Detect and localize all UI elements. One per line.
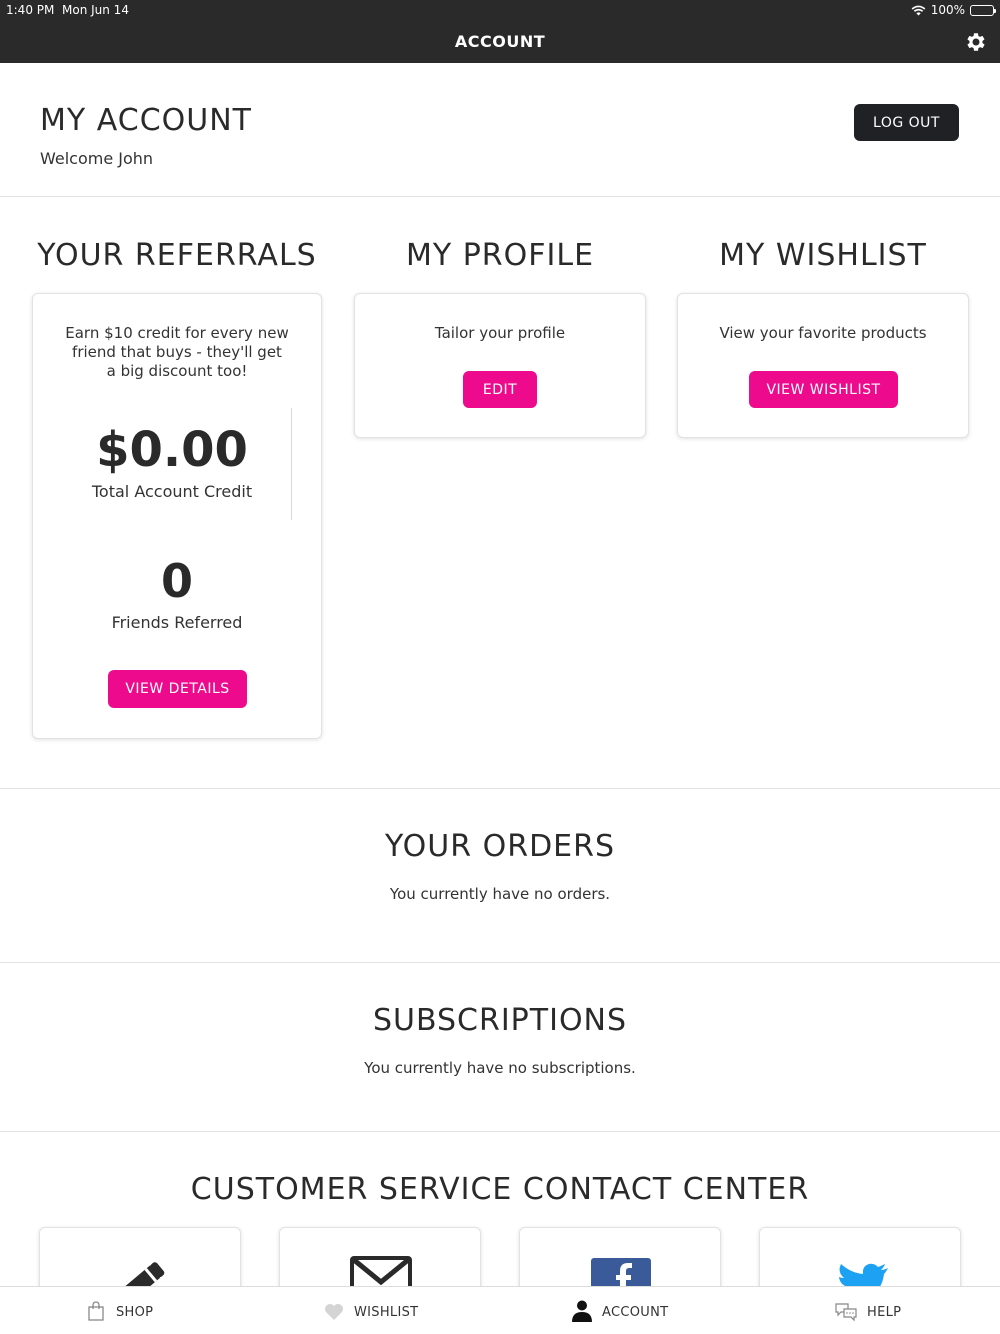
- person-icon: [572, 1300, 592, 1322]
- subscriptions-section: SUBSCRIPTIONS You currently have no subs…: [0, 962, 1000, 1131]
- battery-percent: 100%: [930, 3, 965, 17]
- referrals-card: Earn $10 credit for every new friend tha…: [32, 293, 322, 739]
- nav-bar: ACCOUNT: [0, 20, 1000, 63]
- tab-shop[interactable]: SHOP: [0, 1287, 250, 1334]
- friends-referred-value: 0: [160, 554, 193, 608]
- wishlist-card: View your favorite products VIEW WISHLIS…: [677, 293, 969, 438]
- status-date: Mon Jun 14: [62, 3, 129, 17]
- logout-button[interactable]: LOG OUT: [854, 104, 959, 141]
- referrals-text-line: a big discount too!: [106, 362, 248, 380]
- referrals-text-line: friend that buys - they'll get: [72, 343, 282, 361]
- tab-help-label: HELP: [867, 1305, 902, 1320]
- welcome-text: Welcome John: [40, 149, 154, 168]
- referrals-title: YOUR REFERRALS: [37, 238, 317, 273]
- wishlist-title: MY WISHLIST: [719, 238, 927, 273]
- heart-icon: [325, 1304, 343, 1320]
- referrals-text-line: Earn $10 credit for every new: [65, 324, 289, 342]
- credit-label: Total Account Credit: [91, 482, 253, 501]
- wifi-icon: [911, 5, 926, 15]
- tab-bar: SHOP WISHLIST ACCOUNT HELP: [0, 1286, 1000, 1334]
- status-bar: 1:40 PM Mon Jun 14 100%: [0, 0, 1000, 20]
- tab-help[interactable]: HELP: [750, 1287, 1000, 1334]
- orders-empty-text: You currently have no orders.: [389, 885, 611, 903]
- profile-description: Tailor your profile: [434, 324, 566, 342]
- subscriptions-title: SUBSCRIPTIONS: [372, 1003, 628, 1038]
- subscriptions-empty-text: You currently have no subscriptions.: [364, 1059, 636, 1077]
- nav-title: ACCOUNT: [454, 32, 546, 51]
- tab-account[interactable]: ACCOUNT: [500, 1287, 750, 1334]
- friends-referred-label: Friends Referred: [111, 613, 243, 632]
- chat-bubbles-icon: [835, 1303, 857, 1322]
- profile-title: MY PROFILE: [405, 238, 595, 273]
- orders-title: YOUR ORDERS: [384, 829, 616, 864]
- tab-wishlist[interactable]: WISHLIST: [250, 1287, 500, 1334]
- status-right: 100%: [911, 3, 996, 17]
- view-details-button[interactable]: VIEW DETAILS: [108, 670, 247, 708]
- gear-icon[interactable]: [964, 30, 988, 54]
- profile-card: Tailor your profile EDIT: [354, 293, 646, 438]
- status-time: 1:40 PM: [6, 3, 55, 17]
- view-wishlist-button[interactable]: VIEW WISHLIST: [749, 371, 898, 408]
- wishlist-description: View your favorite products: [719, 324, 927, 342]
- orders-section: YOUR ORDERS You currently have no orders…: [0, 788, 1000, 962]
- tab-wishlist-label: WISHLIST: [354, 1305, 419, 1320]
- customer-service-title: CUSTOMER SERVICE CONTACT CENTER: [190, 1172, 810, 1207]
- tab-account-label: ACCOUNT: [602, 1305, 669, 1320]
- tab-shop-label: SHOP: [116, 1305, 154, 1320]
- battery-icon: [970, 4, 996, 16]
- shopping-bag-icon: [88, 1301, 104, 1321]
- credit-value: $0.00: [96, 422, 248, 478]
- page-title: MY ACCOUNT: [40, 103, 252, 138]
- edit-profile-button[interactable]: EDIT: [463, 371, 537, 408]
- account-header: MY ACCOUNT Welcome John LOG OUT: [0, 63, 1000, 197]
- referrals-description: Earn $10 credit for every new friend tha…: [33, 324, 321, 381]
- divider: [291, 408, 292, 520]
